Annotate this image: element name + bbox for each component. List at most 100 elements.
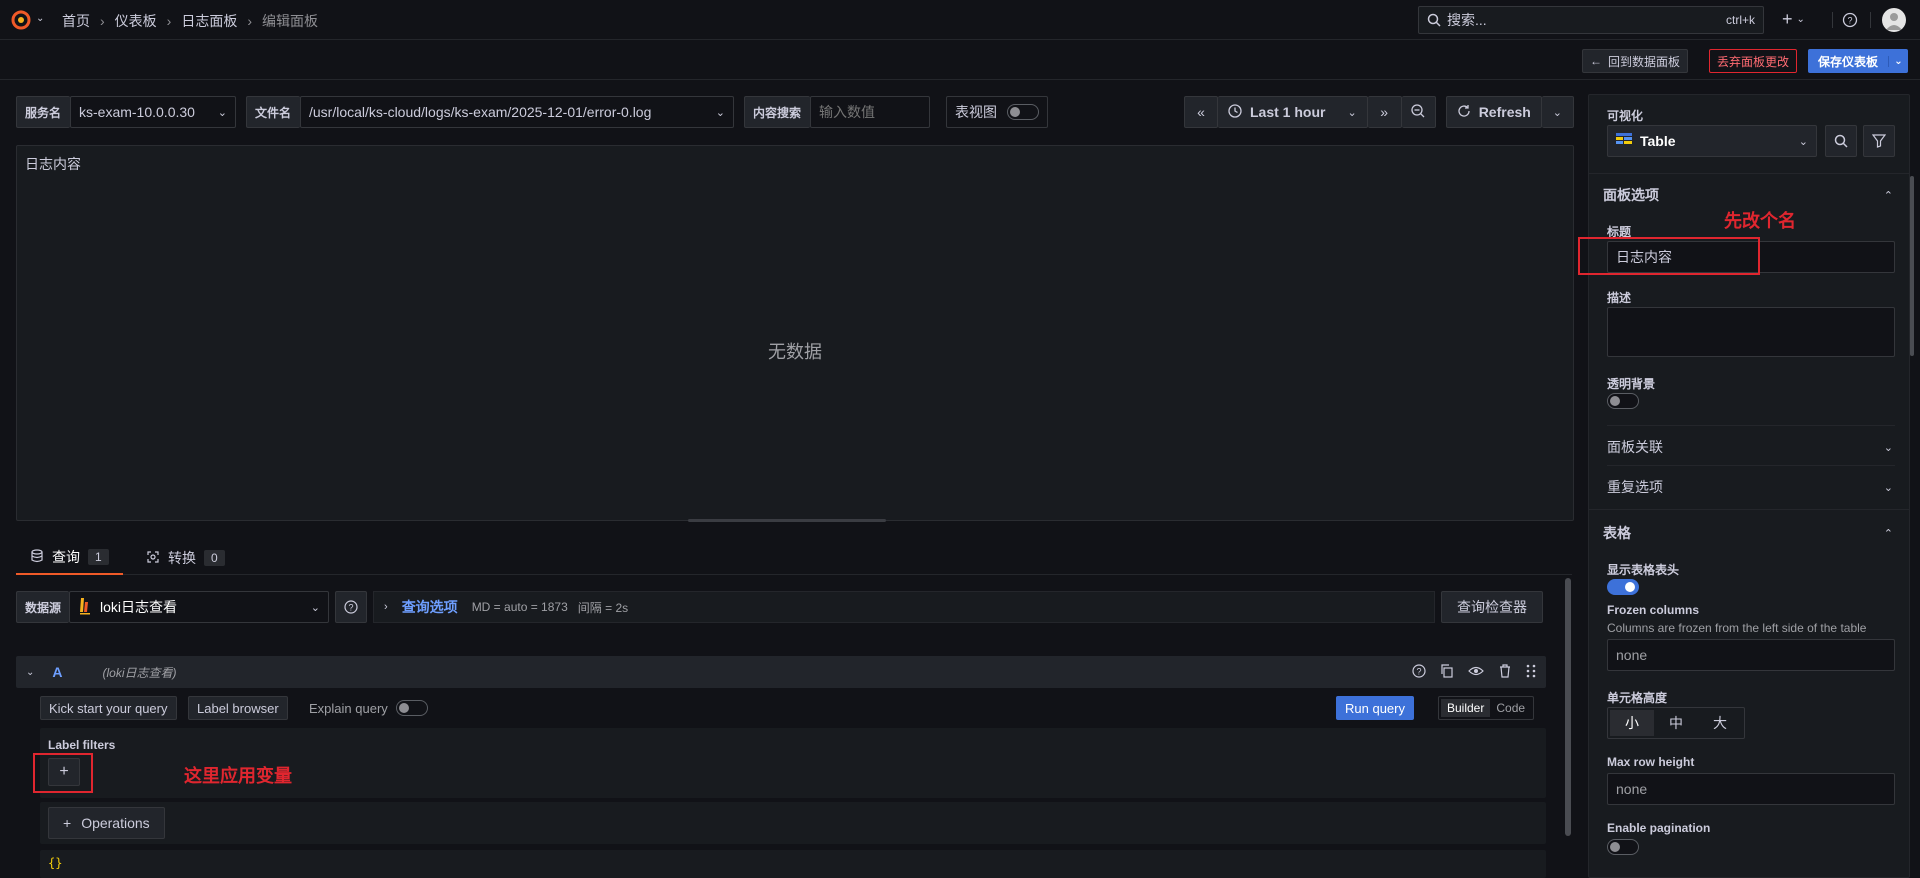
- divider: [1589, 509, 1909, 510]
- frozen-columns-placeholder: none: [1616, 647, 1648, 663]
- label-browser-button[interactable]: Label browser: [188, 696, 288, 720]
- panel-links-header[interactable]: 面板关联 ⌄: [1607, 437, 1893, 457]
- zoom-out-icon: [1411, 103, 1425, 121]
- builder-mode-button[interactable]: Builder: [1441, 699, 1491, 717]
- annotation-rename-text: 先改个名: [1724, 211, 1796, 231]
- zoom-out-button[interactable]: [1401, 96, 1436, 128]
- run-query-button[interactable]: Run query: [1336, 696, 1414, 720]
- chevron-down-icon: ⌄: [217, 106, 227, 119]
- var-service-value: ks-exam-10.0.0.30: [79, 104, 195, 120]
- panel-options-header[interactable]: 面板选项 ⌃: [1603, 185, 1893, 205]
- frozen-columns-label: Frozen columns: [1607, 603, 1700, 617]
- top-bar: ⌄ 首页 › 仪表板 › 日志面板 › 编辑面板 搜索... ctrl+k + …: [0, 0, 1920, 40]
- repeat-options-header[interactable]: 重复选项 ⌄: [1607, 477, 1893, 497]
- explain-query-toggle[interactable]: [395, 700, 428, 716]
- options-filter-button[interactable]: [1863, 125, 1895, 157]
- variables-bar: 服务名 ks-exam-10.0.0.30 ⌄ 文件名 /usr/local/k…: [16, 96, 1048, 128]
- breadcrumb-separator-icon: ›: [247, 13, 253, 29]
- editor-mode-toggle: Builder Code: [1438, 696, 1535, 720]
- query-ref-id[interactable]: A: [52, 664, 62, 680]
- splitter-handle[interactable]: [688, 519, 886, 522]
- add-label-filter-button[interactable]: +: [48, 758, 80, 786]
- breadcrumb-home[interactable]: 首页: [62, 11, 90, 31]
- help-icon[interactable]: ?: [1412, 663, 1426, 681]
- breadcrumb: 首页 › 仪表板 › 日志面板 › 编辑面板: [62, 11, 318, 31]
- grafana-logo-icon[interactable]: [10, 9, 32, 31]
- drag-handle-icon[interactable]: [1526, 664, 1536, 681]
- query-inspector-button[interactable]: 查询检查器: [1441, 591, 1544, 623]
- options-search-button[interactable]: [1825, 125, 1857, 157]
- title-input[interactable]: 日志内容: [1607, 241, 1895, 273]
- tab-query[interactable]: 查询 1: [16, 541, 123, 575]
- add-operation-button[interactable]: + Operations: [48, 807, 165, 839]
- options-scrollbar[interactable]: [1910, 176, 1914, 356]
- visualization-value: Table: [1640, 133, 1676, 149]
- pagination-toggle[interactable]: [1607, 839, 1639, 855]
- table-view-toggle[interactable]: [1007, 104, 1039, 120]
- chevron-down-icon: ⌄: [1883, 441, 1893, 454]
- svg-text:?: ?: [1416, 666, 1421, 676]
- var-file-label: 文件名: [246, 96, 300, 128]
- transform-icon: [146, 550, 160, 567]
- frozen-columns-input[interactable]: none: [1607, 639, 1895, 671]
- max-data-points: MD = auto = 1873: [471, 600, 568, 614]
- transparent-bg-toggle[interactable]: [1607, 393, 1639, 409]
- kick-start-button[interactable]: Kick start your query: [40, 696, 177, 720]
- time-shift-forward-button[interactable]: »: [1367, 96, 1402, 128]
- breadcrumb-dashboards[interactable]: 仪表板: [115, 11, 157, 31]
- datasource-value: loki日志查看: [100, 599, 178, 615]
- var-file-select[interactable]: /usr/local/ks-cloud/logs/ks-exam/2025-12…: [300, 96, 734, 128]
- editor-scrollbar[interactable]: [1565, 578, 1571, 836]
- query-options-label: 查询选项: [401, 599, 458, 615]
- chevron-down-icon: ⌄: [1347, 106, 1357, 119]
- time-shift-back-button[interactable]: «: [1184, 96, 1218, 128]
- panel-preview[interactable]: 日志内容 无数据: [16, 145, 1574, 521]
- datasource-row: 数据源 loki日志查看 ⌄ ? › 查询选项 MD = auto = 1873…: [16, 591, 1544, 623]
- query-options-bar[interactable]: › 查询选项 MD = auto = 1873 间隔 = 2s: [373, 591, 1436, 623]
- collapse-chevron-icon[interactable]: ⌄: [26, 667, 34, 678]
- save-chevron-down-icon[interactable]: ⌄: [1888, 55, 1908, 67]
- tab-transform[interactable]: 转换 0: [146, 541, 225, 575]
- table-icon: [1616, 132, 1632, 150]
- global-search[interactable]: 搜索... ctrl+k: [1418, 6, 1764, 34]
- tab-query-count: 1: [88, 549, 109, 565]
- max-row-height-input[interactable]: none: [1607, 773, 1895, 805]
- arrow-left-icon: ←: [1589, 54, 1602, 68]
- show-header-toggle[interactable]: [1607, 579, 1639, 595]
- refresh-interval-dropdown[interactable]: ⌄: [1541, 96, 1574, 128]
- new-menu-button[interactable]: + ⌄: [1782, 10, 1805, 28]
- operations-section: + Operations: [40, 802, 1546, 844]
- duplicate-icon[interactable]: [1440, 663, 1454, 681]
- search-icon: [1427, 13, 1441, 27]
- cell-height-small[interactable]: 小: [1610, 710, 1654, 736]
- logo-chevron-down-icon[interactable]: ⌄: [36, 13, 44, 24]
- datasource-help-button[interactable]: ?: [335, 591, 368, 623]
- var-service-select[interactable]: ks-exam-10.0.0.30 ⌄: [70, 96, 236, 128]
- label-browser-label: Label browser: [197, 700, 279, 716]
- eye-icon[interactable]: [1468, 664, 1484, 681]
- action-bar: ← 回到数据面板 丢弃面板更改 保存仪表板 ⌄: [0, 40, 1920, 80]
- table-options-header[interactable]: 表格 ⌃: [1603, 523, 1893, 543]
- divider: [1607, 465, 1895, 466]
- back-to-dashboard-button[interactable]: ← 回到数据面板: [1582, 49, 1688, 73]
- transparent-bg-label: 透明背景: [1607, 377, 1656, 391]
- time-range-picker[interactable]: Last 1 hour ⌄: [1218, 96, 1368, 128]
- visualization-picker[interactable]: Table ⌄: [1607, 125, 1817, 157]
- divider: [1589, 173, 1909, 174]
- plus-icon: +: [63, 815, 72, 831]
- cell-height-medium[interactable]: 中: [1654, 710, 1698, 736]
- cell-height-large[interactable]: 大: [1698, 710, 1742, 736]
- code-mode-button[interactable]: Code: [1490, 699, 1531, 717]
- refresh-button[interactable]: Refresh: [1445, 96, 1542, 128]
- breadcrumb-log-panel[interactable]: 日志面板: [181, 11, 237, 31]
- save-dashboard-button[interactable]: 保存仪表板 ⌄: [1808, 49, 1908, 73]
- datasource-picker[interactable]: loki日志查看 ⌄: [69, 591, 330, 623]
- var-search-input[interactable]: [810, 96, 930, 128]
- trash-icon[interactable]: [1498, 663, 1512, 681]
- panel-links-title: 面板关联: [1607, 439, 1663, 455]
- annotation-variable-text: 这里应用变量: [184, 766, 292, 786]
- help-icon[interactable]: ?: [1842, 12, 1858, 28]
- discard-changes-button[interactable]: 丢弃面板更改: [1709, 49, 1797, 73]
- description-textarea[interactable]: [1607, 307, 1895, 357]
- user-avatar[interactable]: [1882, 8, 1906, 32]
